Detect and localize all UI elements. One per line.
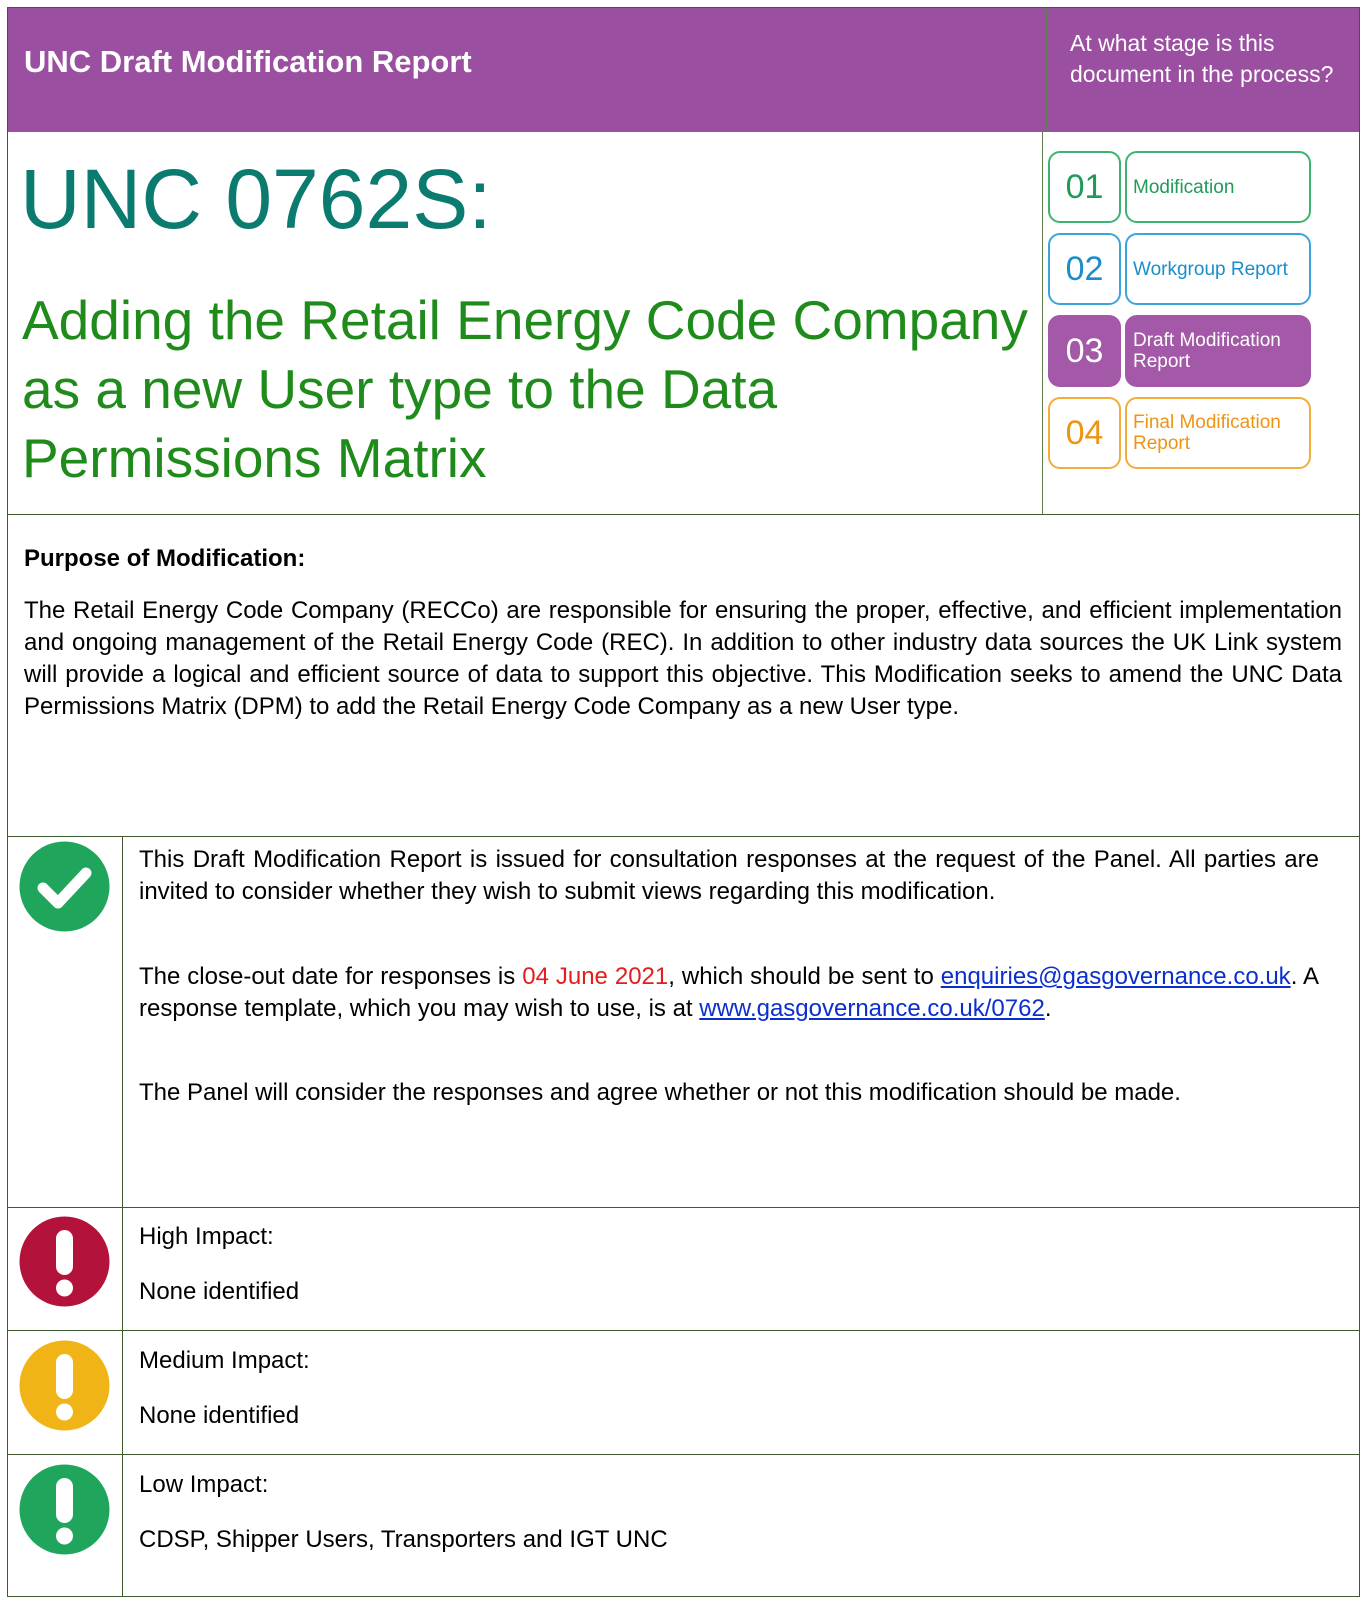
close-out-date: 04 June 2021 [522,963,669,990]
high-impact-exclamation-icon [19,1216,110,1307]
header-divider [1046,8,1047,132]
close-out-text: . [1044,995,1052,1022]
stage-label: Modification [1125,151,1311,223]
stage-modification: 01 Modification [1048,151,1312,225]
panel-consideration: The Panel will consider the responses an… [139,1079,1181,1106]
stage-number: 02 [1048,233,1121,305]
report-type-title: UNC Draft Modification Report [24,44,472,79]
section-divider [8,1330,1359,1331]
section-divider [8,1207,1359,1208]
section-divider [8,1454,1359,1455]
high-impact-value: None identified [139,1278,300,1305]
close-out-paragraph: The close-out date for responses is 04 J… [139,961,1319,1025]
stage-workgroup-report: 02 Workgroup Report [1048,233,1312,307]
medium-impact-value: None identified [139,1402,300,1429]
stage-label: Draft Modification Report [1125,315,1311,387]
medium-impact-exclamation-icon [19,1340,110,1431]
low-impact-label: Low Impact: [139,1471,269,1498]
email-link[interactable]: enquiries@gasgovernance.co.uk [941,963,1291,990]
report-header: UNC Draft Modification Report At what st… [8,8,1359,132]
section-divider [8,514,1359,515]
stage-draft-modification-report: 03 Draft Modification Report [1048,315,1312,389]
modification-title: Adding the Retail Energy Code Company as… [22,289,1028,489]
stage-number: 04 [1048,397,1121,469]
icon-column-divider [122,836,123,1596]
high-impact-label: High Impact: [139,1223,274,1250]
stage-final-modification-report: 04 Final Modification Report [1048,397,1312,471]
medium-impact-label: Medium Impact: [139,1347,310,1374]
purpose-heading: Purpose of Modification: [24,545,306,572]
modification-id: UNC 0762S: [20,152,492,246]
document-page: UNC Draft Modification Report At what st… [7,7,1360,1597]
template-link[interactable]: www.gasgovernance.co.uk/0762 [699,995,1045,1022]
low-impact-value: CDSP, Shipper Users, Transporters and IG… [139,1526,668,1553]
stage-number: 01 [1048,151,1121,223]
close-out-text: The close-out date for responses is [139,963,523,990]
section-divider [8,836,1359,837]
close-out-text: , which should be sent to [668,963,941,990]
check-icon [19,841,110,932]
purpose-text: The Retail Energy Code Company (RECCo) a… [24,597,1342,720]
title-divider [1042,132,1043,514]
consultation-intro: This Draft Modification Report is issued… [139,846,1319,905]
stage-label: Workgroup Report [1125,233,1311,305]
stage-number: 03 [1048,315,1121,387]
low-impact-exclamation-icon [19,1464,110,1555]
stage-label: Final Modification Report [1125,397,1311,469]
stage-question: At what stage is this document in the pr… [1070,30,1334,87]
